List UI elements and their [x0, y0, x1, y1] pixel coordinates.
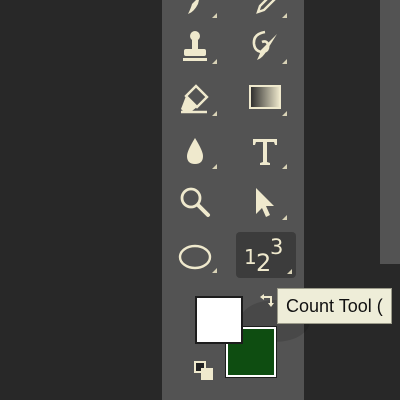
brush-tool[interactable] [165, 0, 225, 22]
type-tool[interactable] [235, 129, 295, 173]
side-panel-edge [380, 0, 400, 264]
default-colors-icon[interactable] [193, 360, 215, 382]
swap-colors-icon[interactable] [258, 292, 276, 310]
ellipse-icon [178, 244, 212, 270]
art-history-brush-icon [252, 30, 277, 60]
brush-icon [188, 0, 199, 14]
drop-icon [187, 138, 203, 164]
tooltip: Count Tool ( [277, 288, 392, 324]
clone-stamp-tool[interactable] [165, 24, 225, 68]
pencil-tool[interactable] [235, 0, 295, 22]
gradient-icon [249, 85, 281, 109]
stamp-icon [183, 31, 207, 61]
blur-tool[interactable] [165, 129, 225, 173]
eraser-tool[interactable] [165, 76, 225, 120]
ellipse-tool[interactable] [165, 233, 225, 277]
zoom-tool[interactable] [165, 180, 225, 224]
type-icon [253, 139, 277, 165]
foreground-color-swatch[interactable] [195, 296, 243, 344]
pencil-icon [256, 0, 276, 14]
arrow-cursor-icon [256, 188, 274, 217]
art-history-brush-tool[interactable] [235, 24, 295, 68]
path-selection-tool[interactable] [235, 180, 295, 224]
eraser-icon [181, 84, 209, 114]
gradient-tool[interactable] [235, 76, 295, 120]
magnifier-icon [180, 187, 210, 217]
tooltip-text: Count Tool ( [286, 295, 383, 316]
count-tool[interactable]: 1 2 3 [236, 232, 296, 278]
